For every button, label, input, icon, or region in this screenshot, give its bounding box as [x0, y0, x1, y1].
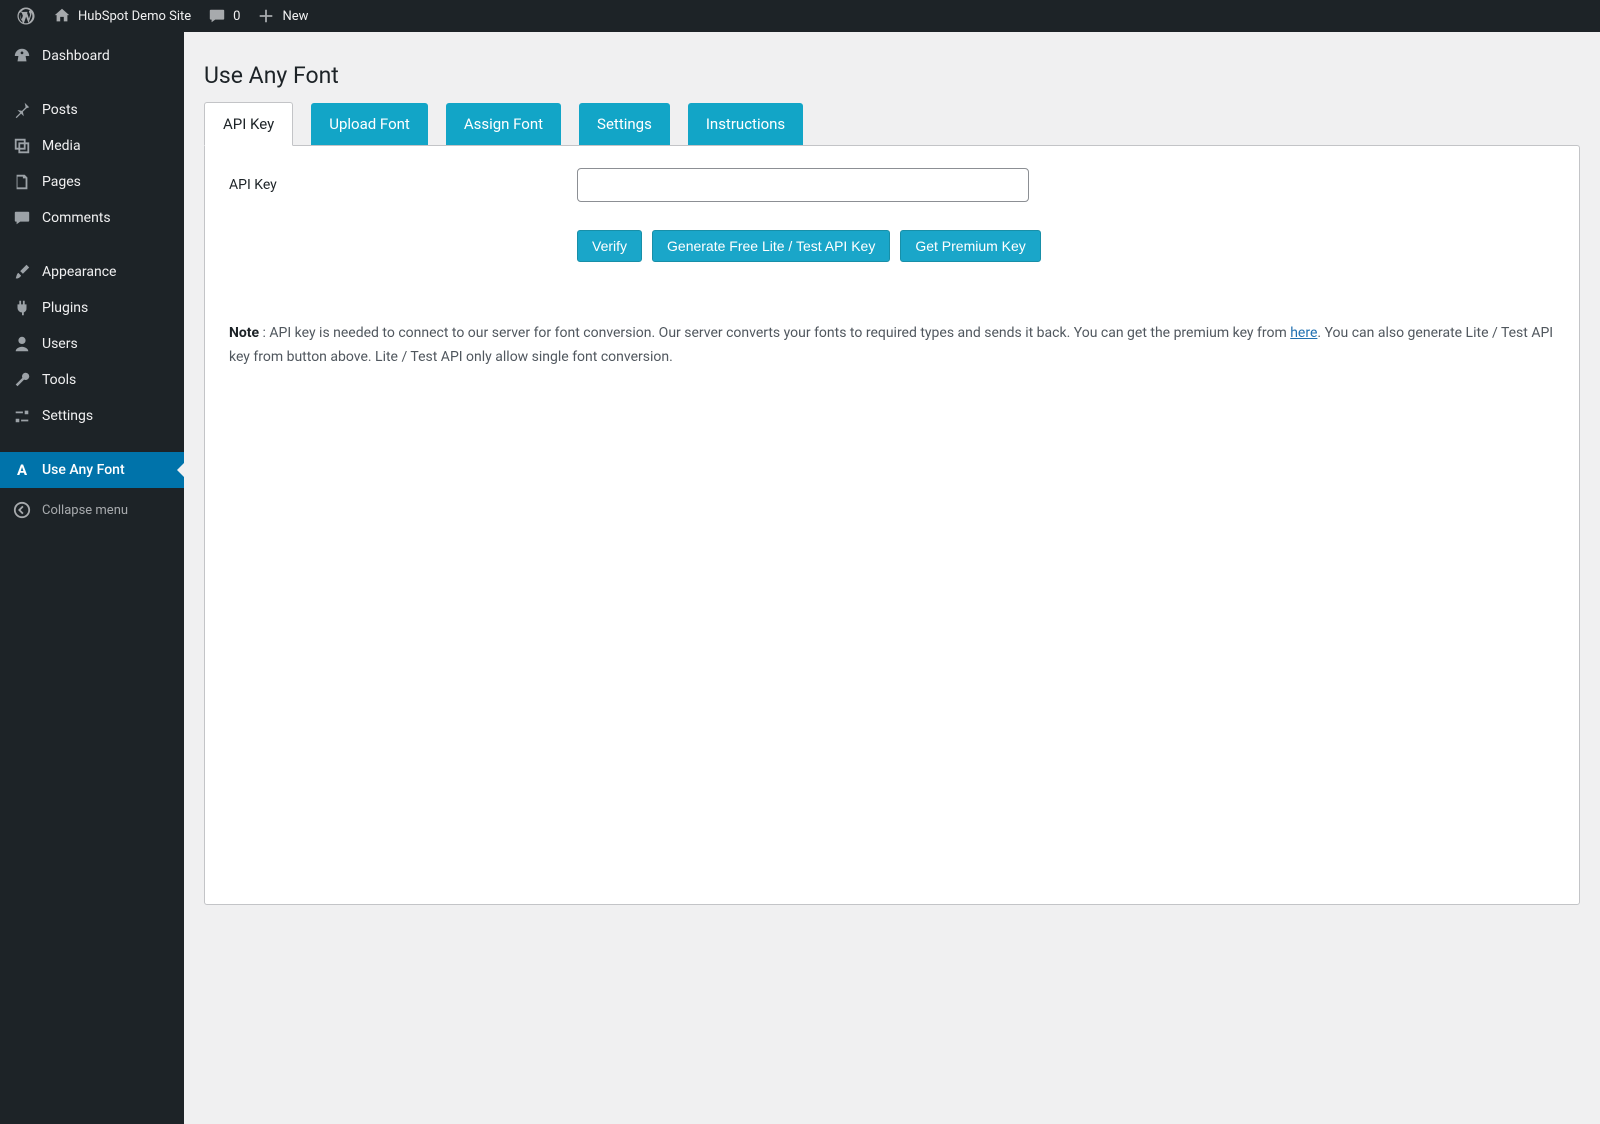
note-here-link[interactable]: here — [1290, 325, 1317, 341]
tab-label: Instructions — [706, 115, 785, 133]
wp-logo[interactable] — [8, 0, 44, 32]
plug-icon — [12, 298, 32, 318]
sidebar-item-media[interactable]: Media — [0, 128, 184, 164]
verify-button[interactable]: Verify — [577, 230, 642, 262]
tab-bar: API Key Upload Font Assign Font Settings… — [204, 101, 1580, 145]
comments-icon — [12, 208, 32, 228]
note-part1: : API key is needed to connect to our se… — [259, 325, 1290, 341]
get-premium-key-button[interactable]: Get Premium Key — [900, 230, 1040, 262]
tab-label: Assign Font — [464, 115, 543, 133]
font-a-icon: A — [12, 460, 32, 480]
plus-icon — [256, 6, 276, 26]
settings-panel: API Key Verify Generate Free Lite / Test… — [204, 145, 1580, 905]
sidebar-item-settings[interactable]: Settings — [0, 398, 184, 434]
pin-icon — [12, 100, 32, 120]
brush-icon — [12, 262, 32, 282]
comments-link[interactable]: 0 — [199, 0, 248, 32]
sidebar-item-dashboard[interactable]: Dashboard — [0, 38, 184, 74]
media-icon — [12, 136, 32, 156]
menu-separator — [0, 236, 184, 254]
wrench-icon — [12, 370, 32, 390]
button-row: Verify Generate Free Lite / Test API Key… — [577, 230, 1555, 262]
page-title: Use Any Font — [204, 42, 1580, 101]
note-strong: Note — [229, 325, 259, 341]
collapse-icon — [12, 500, 32, 520]
sidebar-item-label: Dashboard — [42, 48, 110, 64]
tab-label: Settings — [597, 115, 652, 133]
collapse-label: Collapse menu — [42, 503, 128, 518]
sidebar-item-tools[interactable]: Tools — [0, 362, 184, 398]
api-key-row: API Key — [229, 168, 1555, 202]
sidebar-item-comments[interactable]: Comments — [0, 200, 184, 236]
api-key-label: API Key — [229, 177, 577, 193]
tab-label: Upload Font — [329, 115, 410, 133]
generate-lite-key-button[interactable]: Generate Free Lite / Test API Key — [652, 230, 890, 262]
sidebar-item-label: Settings — [42, 408, 93, 424]
sidebar-item-appearance[interactable]: Appearance — [0, 254, 184, 290]
sidebar-item-users[interactable]: Users — [0, 326, 184, 362]
sidebar-item-posts[interactable]: Posts — [0, 92, 184, 128]
sidebar-item-label: Appearance — [42, 264, 116, 280]
note-text: Note : API key is needed to connect to o… — [229, 322, 1555, 370]
wordpress-icon — [16, 6, 36, 26]
sliders-icon — [12, 406, 32, 426]
sidebar-item-label: Plugins — [42, 300, 88, 316]
user-icon — [12, 334, 32, 354]
api-key-input[interactable] — [577, 168, 1029, 202]
tab-label: API Key — [223, 115, 274, 133]
admin-bar: HubSpot Demo Site 0 New — [0, 0, 1600, 32]
sidebar-item-pages[interactable]: Pages — [0, 164, 184, 200]
dashboard-icon — [12, 46, 32, 66]
collapse-menu[interactable]: Collapse menu — [0, 492, 184, 528]
home-icon — [52, 6, 72, 26]
sidebar-item-label: Pages — [42, 174, 81, 190]
site-title: HubSpot Demo Site — [78, 9, 191, 24]
admin-sidebar: Dashboard Posts Media Pages Comments App… — [0, 32, 184, 1124]
sidebar-item-label: Users — [42, 336, 78, 352]
sidebar-item-plugins[interactable]: Plugins — [0, 290, 184, 326]
site-link[interactable]: HubSpot Demo Site — [44, 0, 199, 32]
tab-api-key[interactable]: API Key — [204, 102, 293, 146]
sidebar-item-label: Tools — [42, 372, 76, 388]
comment-icon — [207, 6, 227, 26]
tab-settings[interactable]: Settings — [579, 103, 670, 145]
menu-separator — [0, 434, 184, 452]
sidebar-item-label: Comments — [42, 210, 111, 226]
page-icon — [12, 172, 32, 192]
tab-upload-font[interactable]: Upload Font — [311, 103, 428, 145]
new-label: New — [282, 9, 308, 24]
sidebar-item-use-any-font[interactable]: A Use Any Font — [0, 452, 184, 488]
menu-separator — [0, 74, 184, 92]
sidebar-item-label: Use Any Font — [42, 462, 125, 478]
tab-assign-font[interactable]: Assign Font — [446, 103, 561, 145]
sidebar-item-label: Posts — [42, 102, 78, 118]
new-content-link[interactable]: New — [248, 0, 316, 32]
tab-instructions[interactable]: Instructions — [688, 103, 803, 145]
sidebar-item-label: Media — [42, 138, 81, 154]
main-content: Use Any Font API Key Upload Font Assign … — [184, 32, 1600, 1124]
comments-count: 0 — [233, 9, 240, 24]
